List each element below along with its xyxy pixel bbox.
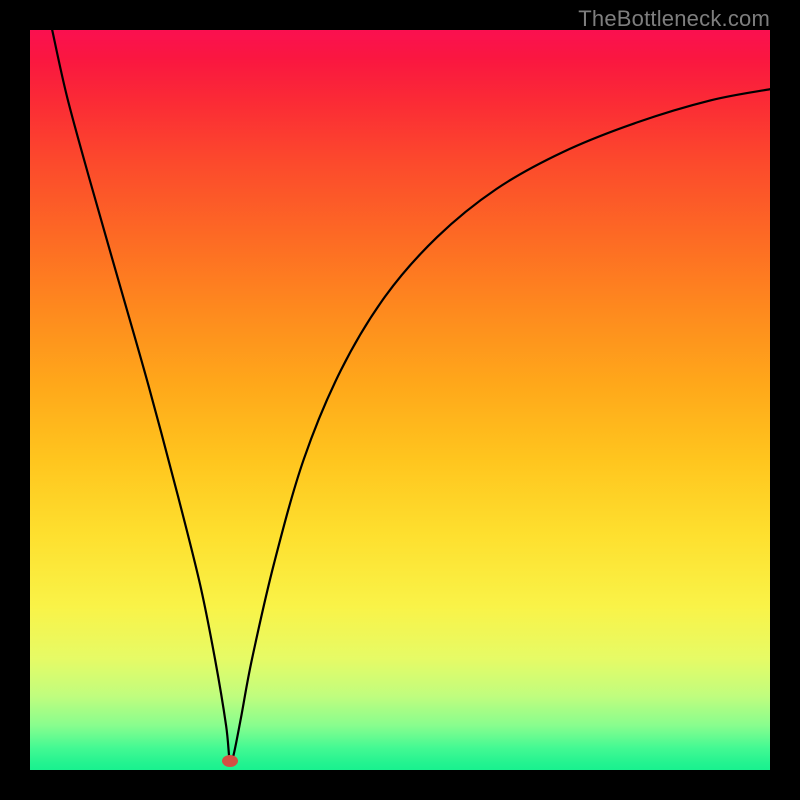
chart-frame: TheBottleneck.com <box>0 0 800 800</box>
plot-area <box>30 30 770 770</box>
bottleneck-curve-path <box>52 30 770 763</box>
curve-svg <box>30 30 770 770</box>
watermark-label: TheBottleneck.com <box>578 6 770 32</box>
minimum-marker <box>222 755 238 767</box>
